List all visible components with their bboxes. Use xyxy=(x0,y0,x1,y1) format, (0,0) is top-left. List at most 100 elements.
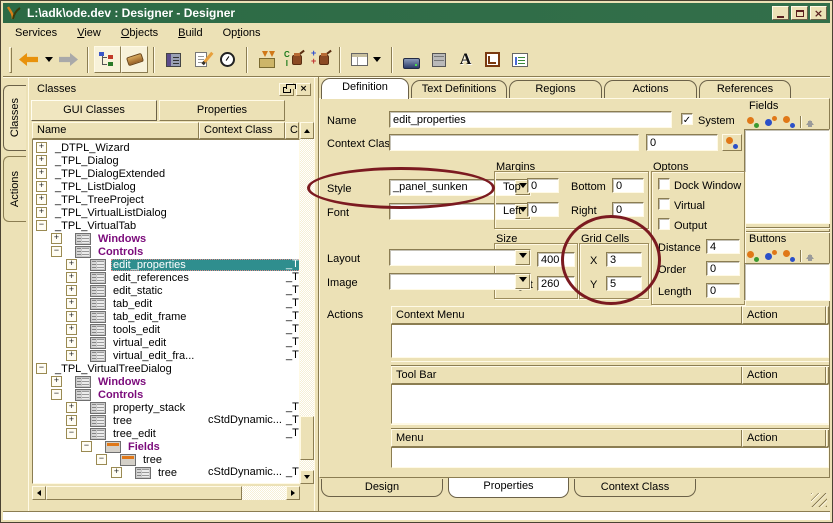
horizontal-scrollbar[interactable] xyxy=(32,486,300,500)
tree-row-fields[interactable]: −Fields xyxy=(33,440,300,453)
expand-icon[interactable]: + xyxy=(36,181,47,192)
dock-tab-actions[interactable]: Actions xyxy=(3,156,26,222)
grid-y-input[interactable] xyxy=(606,276,642,291)
toolbar-grip[interactable] xyxy=(9,47,12,73)
tree-row-windows[interactable]: +Windows xyxy=(33,232,300,245)
server-button[interactable] xyxy=(425,46,452,73)
dock-window-checkbox[interactable] xyxy=(658,178,670,190)
margin-left-input[interactable] xyxy=(527,202,559,217)
move-up-icon[interactable] xyxy=(805,250,816,262)
tab-definition[interactable]: Definition xyxy=(321,78,409,99)
expand-icon[interactable]: + xyxy=(66,272,77,283)
tree-row-tpl-virtualtreedialog[interactable]: −_TPL_VirtualTreeDialog xyxy=(33,362,300,375)
tree-row-tpl-treeproject[interactable]: +_TPL_TreeProject xyxy=(33,193,300,206)
layout-combo[interactable] xyxy=(389,249,531,266)
context-menu-list[interactable] xyxy=(391,324,829,358)
expand-icon[interactable]: + xyxy=(66,298,77,309)
tree-row-virtual-edit[interactable]: +virtual_edit_T xyxy=(33,336,300,349)
add-field-icon[interactable] xyxy=(746,116,760,128)
tree-view-button[interactable] xyxy=(94,46,121,73)
scroll-right-button[interactable] xyxy=(286,486,300,500)
delete-field-icon[interactable] xyxy=(782,116,796,128)
expand-icon[interactable]: + xyxy=(66,337,77,348)
menu-list[interactable] xyxy=(391,447,829,468)
tree-row-tree[interactable]: −tree xyxy=(33,453,300,466)
tree-row-edit-static[interactable]: +edit_static_T xyxy=(33,284,300,297)
scrollbar-thumb[interactable] xyxy=(300,416,314,460)
edit-field-icon[interactable] xyxy=(764,116,778,128)
grid-x-input[interactable] xyxy=(606,252,642,267)
scroll-left-button[interactable] xyxy=(32,486,46,500)
table-splitter[interactable] xyxy=(391,361,829,366)
script-button[interactable] xyxy=(506,46,533,73)
table-splitter[interactable] xyxy=(391,424,829,429)
edit-button-icon[interactable] xyxy=(764,250,778,262)
column-header-name[interactable]: Name xyxy=(32,122,199,139)
collapse-icon[interactable]: − xyxy=(81,441,92,452)
column-header-menu[interactable]: Menu xyxy=(391,429,742,447)
tree-row-tab-edit[interactable]: +tab_edit_T xyxy=(33,297,300,310)
back-history-button[interactable] xyxy=(42,46,55,73)
form-select-button[interactable] xyxy=(346,46,386,73)
tab-gui-classes[interactable]: GUI Classes xyxy=(31,100,157,121)
bottom-tab-context-class[interactable]: Context Class xyxy=(574,479,696,497)
virtual-checkbox[interactable] xyxy=(658,198,670,210)
system-checkbox[interactable] xyxy=(681,113,693,125)
menu-view[interactable]: View xyxy=(69,25,109,41)
book-button[interactable] xyxy=(160,46,187,73)
tree-row-tools-edit[interactable]: +tools_edit_T xyxy=(33,323,300,336)
expand-icon[interactable]: + xyxy=(36,207,47,218)
collapse-icon[interactable]: − xyxy=(51,246,62,257)
tree-row-dtpl-wizard[interactable]: +_DTPL_Wizard xyxy=(33,141,300,154)
forward-button[interactable] xyxy=(55,46,82,73)
maximize-button[interactable] xyxy=(791,6,808,20)
bottom-tab-properties[interactable]: Properties xyxy=(448,478,569,498)
collapse-icon[interactable]: − xyxy=(51,389,62,400)
expand-icon[interactable]: + xyxy=(66,285,77,296)
eraser-button[interactable] xyxy=(121,46,148,73)
fields-list[interactable] xyxy=(744,129,830,224)
menu-build[interactable]: Build xyxy=(170,25,210,41)
distance-input[interactable] xyxy=(706,239,740,254)
context-count-input[interactable] xyxy=(646,134,718,151)
expand-icon[interactable]: + xyxy=(66,324,77,335)
expand-icon[interactable]: + xyxy=(66,415,77,426)
dropdown-button[interactable] xyxy=(515,250,530,265)
tool-bar-list[interactable] xyxy=(391,384,829,424)
menu-options[interactable]: Options xyxy=(215,25,269,41)
expand-icon[interactable]: + xyxy=(36,168,47,179)
compile-add-button[interactable]: ++ xyxy=(307,46,334,73)
expand-icon[interactable]: + xyxy=(51,233,62,244)
tree-row-edit-properties[interactable]: +edit_properties_T xyxy=(33,258,300,271)
height-input[interactable] xyxy=(537,276,575,291)
context-class-picker-button[interactable] xyxy=(722,134,742,151)
margin-top-input[interactable] xyxy=(527,178,559,193)
length-input[interactable] xyxy=(706,283,740,298)
tab-regions[interactable]: Regions xyxy=(509,80,602,98)
image-combo[interactable] xyxy=(389,273,531,290)
font-button[interactable]: A xyxy=(452,46,479,73)
expand-icon[interactable]: + xyxy=(66,259,77,270)
link-button[interactable] xyxy=(479,46,506,73)
column-header-action[interactable]: Action xyxy=(742,429,826,447)
buttons-list[interactable] xyxy=(744,263,830,301)
delete-button-icon[interactable] xyxy=(782,250,796,262)
expand-icon[interactable]: + xyxy=(36,194,47,205)
tree-row-virtual-edit-fra[interactable]: +virtual_edit_fra..._T xyxy=(33,349,300,362)
width-input[interactable] xyxy=(537,252,575,267)
tree-row-controls[interactable]: −Controls xyxy=(33,388,300,401)
minimize-button[interactable] xyxy=(772,6,789,20)
drive-button[interactable] xyxy=(398,46,425,73)
column-header-cl[interactable]: Cl xyxy=(285,122,299,139)
bottom-tab-design[interactable]: Design xyxy=(321,479,443,497)
expand-icon[interactable]: + xyxy=(66,311,77,322)
collapse-icon[interactable]: − xyxy=(96,454,107,465)
expand-icon[interactable]: + xyxy=(36,155,47,166)
compile-ci-button[interactable]: CI xyxy=(280,46,307,73)
edit-document-button[interactable] xyxy=(187,46,214,73)
expand-icon[interactable]: + xyxy=(66,402,77,413)
collapse-icon[interactable]: − xyxy=(36,363,47,374)
expand-icon[interactable]: + xyxy=(66,350,77,361)
column-header-tool-bar[interactable]: Tool Bar xyxy=(391,366,742,384)
vertical-scrollbar[interactable] xyxy=(300,139,314,484)
